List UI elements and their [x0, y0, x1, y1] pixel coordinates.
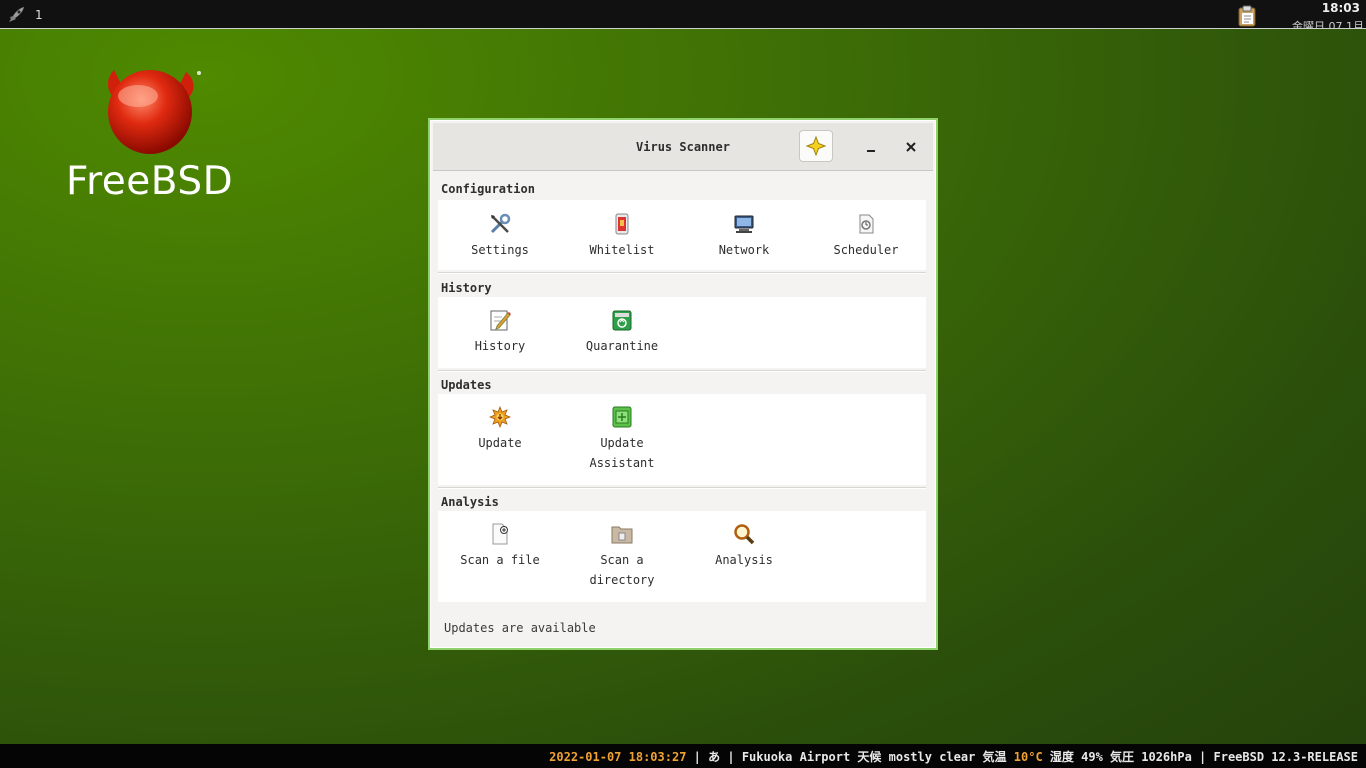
weather-details: 湿度 49% 気圧 1026hPa | FreeBSD 12.3-RELEASE [1042, 750, 1358, 764]
update-label: Update [478, 436, 522, 450]
ime-indicator[interactable]: | あ | [694, 750, 735, 764]
update-assistant-icon [612, 406, 632, 428]
sparkle-button[interactable] [799, 130, 833, 162]
rocket-launcher-icon[interactable] [6, 5, 26, 25]
top-panel: 1 18:03 金曜日 07 1月 [0, 0, 1366, 29]
weather-temperature: 10°C [1013, 750, 1043, 764]
folder-icon [611, 526, 633, 544]
history-button[interactable]: History [439, 309, 561, 356]
window-titlebar[interactable]: Virus Scanner [433, 123, 933, 171]
update-button[interactable]: Update [439, 406, 561, 453]
separator [438, 370, 926, 372]
clock-time[interactable]: 18:03 [1290, 1, 1360, 15]
scheduler-label: Scheduler [833, 243, 899, 257]
scan-file-button[interactable]: Scan a file [439, 523, 561, 570]
minimize-icon[interactable] [861, 137, 881, 157]
separator [438, 272, 926, 274]
quarantine-label: Quarantine [585, 339, 659, 353]
scan-file-label: Scan a file [460, 553, 540, 567]
update-assistant-label-line2: Assistant [589, 456, 655, 470]
history-panel: History Quarantine [438, 297, 926, 368]
updates-header: Updates [441, 378, 492, 392]
network-icon [734, 215, 754, 233]
updates-panel: Update Update Assistant [438, 394, 926, 485]
quarantine-icon [612, 310, 632, 331]
analysis-label: Analysis [715, 553, 773, 567]
scan-directory-button[interactable]: Scan a directory [561, 523, 683, 590]
scan-directory-label-line2: directory [589, 573, 655, 587]
separator [438, 487, 926, 489]
bottom-datetime: 2022-01-07 18:03:27 [549, 750, 687, 764]
configuration-header: Configuration [441, 182, 535, 196]
update-star-icon [489, 406, 511, 428]
scan-directory-label-line1: Scan a [600, 553, 644, 567]
scheduler-icon [859, 214, 874, 234]
whitelist-button[interactable]: Whitelist [561, 213, 683, 260]
workspace-number[interactable]: 1 [35, 8, 43, 22]
whitelist-icon [615, 213, 629, 235]
analysis-header: Analysis [441, 495, 499, 509]
bottom-status-bar: 2022-01-07 18:03:27 | あ | Fukuoka Airpor… [0, 744, 1366, 768]
clock-date: 金曜日 07 1月 [1292, 20, 1364, 29]
history-header: History [441, 281, 492, 295]
clipboard-icon[interactable] [1236, 5, 1258, 27]
settings-button[interactable]: Settings [439, 213, 561, 260]
tools-icon [490, 213, 511, 234]
status-message: Updates are available [444, 621, 596, 635]
edit-document-icon [490, 310, 511, 331]
history-label: History [474, 339, 526, 353]
scan-file-icon [492, 523, 508, 545]
configuration-panel: Settings Whitelist Network Scheduler [438, 200, 926, 270]
weather-location: Fukuoka Airport 天候 mostly clear 気温 [741, 750, 1014, 764]
network-label: Network [718, 243, 770, 257]
window-title: Virus Scanner [636, 140, 730, 154]
settings-label: Settings [471, 243, 529, 257]
analysis-panel: Scan a file Scan a directory Analysis [438, 511, 926, 602]
whitelist-label: Whitelist [589, 243, 655, 257]
quarantine-button[interactable]: Quarantine [561, 309, 683, 356]
magnifier-icon [734, 524, 755, 545]
freebsd-logo-text: FreeBSD [66, 159, 234, 204]
update-assistant-button[interactable]: Update Assistant [561, 406, 683, 473]
analysis-button[interactable]: Analysis [683, 523, 805, 570]
scheduler-button[interactable]: Scheduler [805, 213, 927, 260]
close-icon[interactable] [901, 137, 921, 157]
sparkle-icon [805, 135, 827, 157]
update-assistant-label-line1: Update [600, 436, 644, 450]
virus-scanner-window: Virus Scanner Configuration Settings Whi… [428, 118, 938, 650]
network-button[interactable]: Network [683, 213, 805, 260]
